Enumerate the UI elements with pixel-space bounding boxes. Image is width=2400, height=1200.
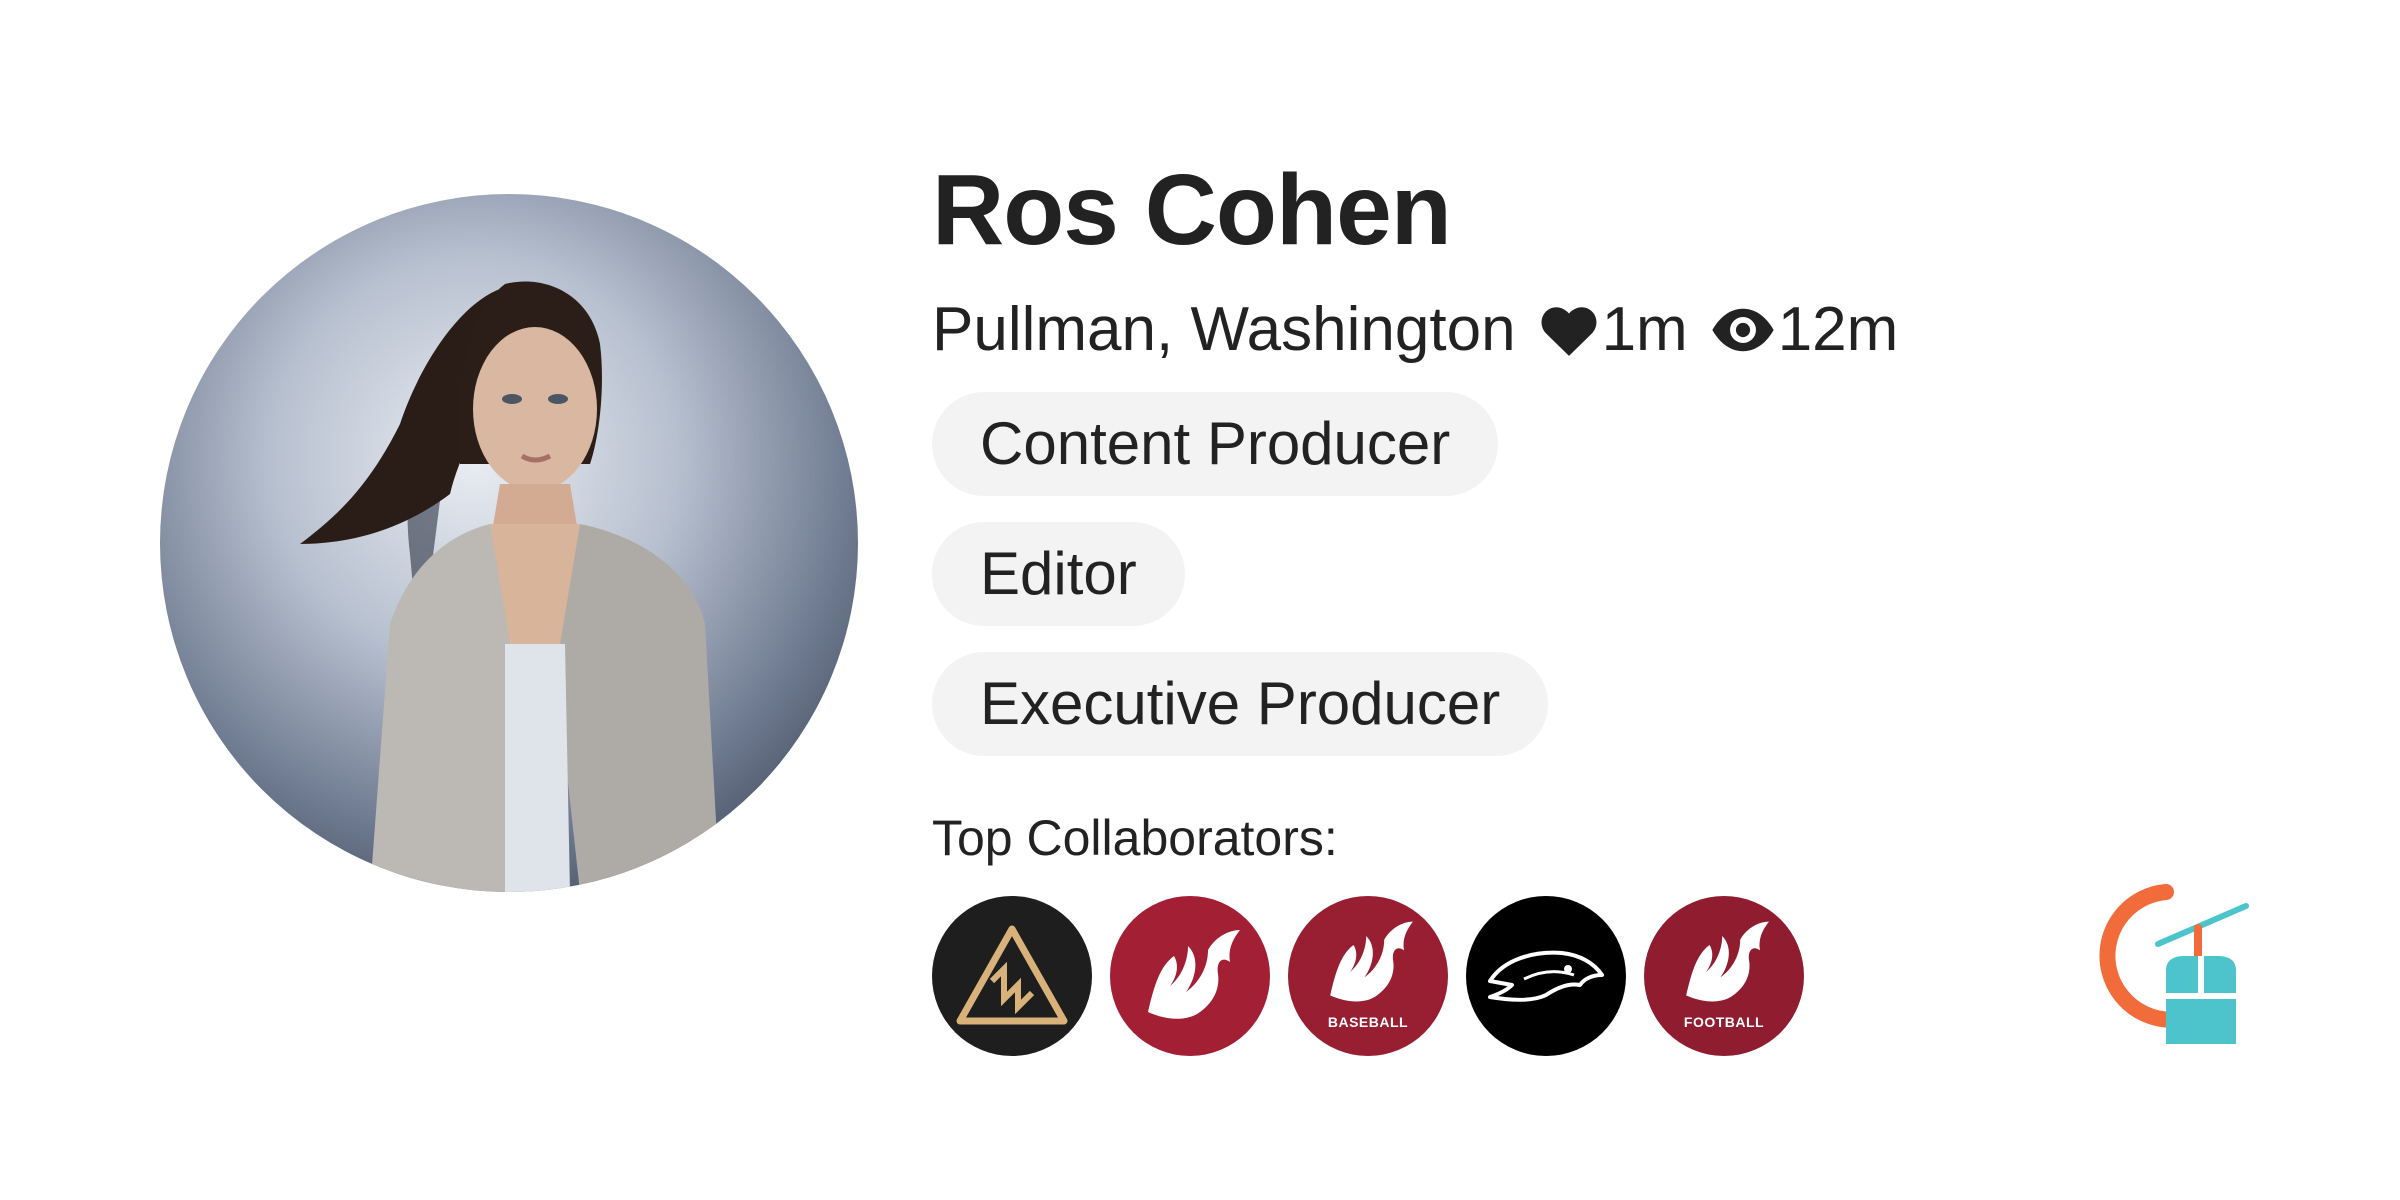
collaborators-title: Top Collaborators:: [932, 810, 1338, 866]
views-stat: 12m: [1710, 292, 1899, 368]
collaborator-avatar[interactable]: FOOTBALL: [1644, 896, 1804, 1056]
collaborator-caption: FOOTBALL: [1683, 1014, 1765, 1030]
likes-stat: 1m: [1538, 292, 1688, 368]
role-tag[interactable]: Executive Producer: [932, 652, 1549, 756]
eye-icon: [1712, 308, 1774, 352]
profile-name: Ros Cohen: [932, 154, 1452, 266]
role-tag[interactable]: Content Producer: [932, 392, 1499, 496]
profile-meta: Pullman, Washington 1m 12m: [932, 292, 2032, 368]
person-photo-icon: [300, 281, 720, 892]
role-tag[interactable]: Editor: [932, 522, 1185, 626]
wsu-cougar-logo-icon: [1686, 921, 1769, 1002]
collaborator-avatar[interactable]: BASEBALL: [1288, 896, 1448, 1056]
collaborators-list: BASEBALL FOOTBALL: [932, 896, 2032, 1056]
triangle-lnl-logo-icon: [956, 925, 1068, 1025]
profile-location: Pullman, Washington: [932, 295, 1516, 364]
wsu-cougar-logo-icon: [1330, 921, 1413, 1002]
views-count: 12m: [1777, 295, 1899, 364]
heart-icon: [1541, 307, 1597, 356]
role-tags: Content Producer Editor Executive Produc…: [932, 392, 1692, 756]
collaborator-avatar[interactable]: [932, 896, 1092, 1056]
profile-info: Ros Cohen Pullman, Washington 1m 12m Con…: [932, 150, 2032, 1056]
collaborator-avatar[interactable]: [1110, 896, 1270, 1056]
collaborator-caption: BASEBALL: [1327, 1014, 1409, 1030]
likes-count: 1m: [1601, 295, 1688, 364]
collaborator-avatar[interactable]: [1466, 896, 1626, 1056]
seahawks-logo-icon: [1488, 950, 1604, 1002]
gondola-brand-logo-icon: [2099, 884, 2249, 1044]
wsu-cougar-logo-icon: [1148, 930, 1240, 1019]
profile-avatar: [160, 194, 858, 892]
